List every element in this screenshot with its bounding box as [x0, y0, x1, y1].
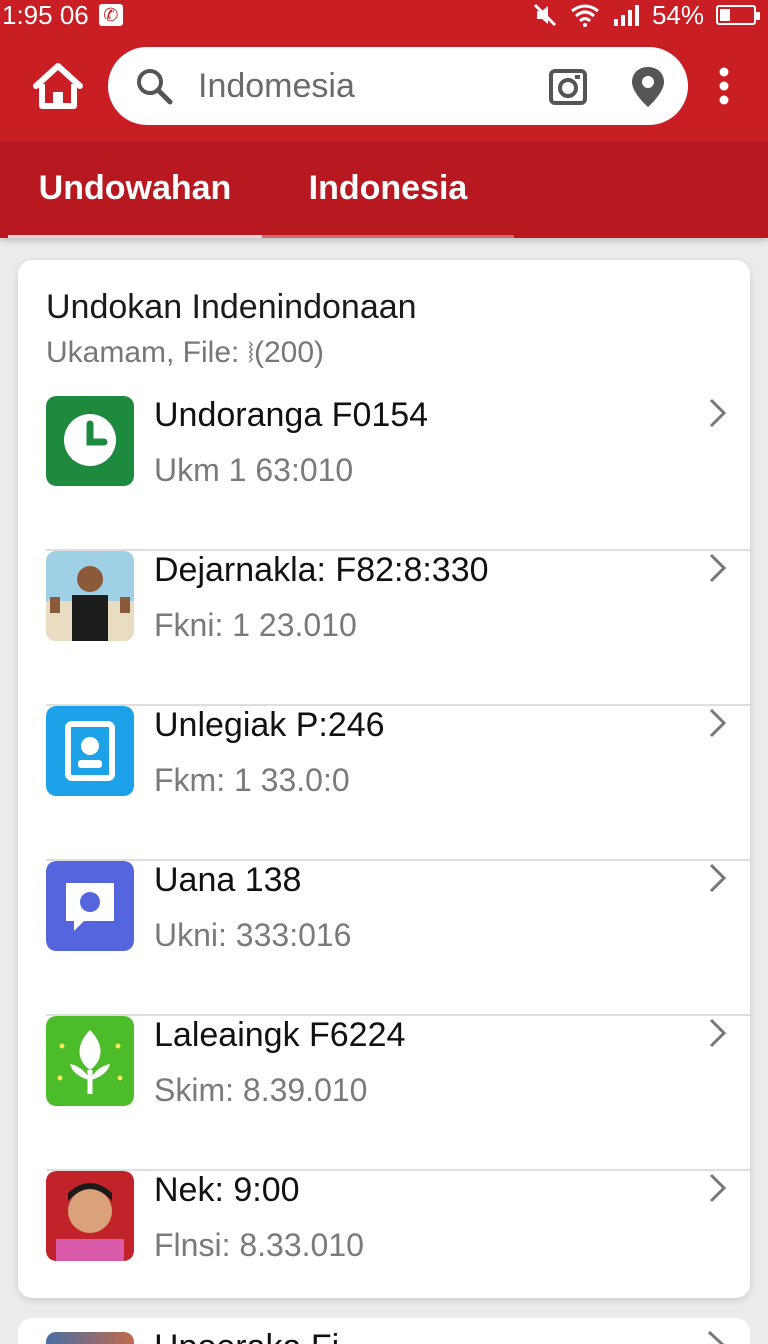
tab-indonesia[interactable]: Indonesia [262, 142, 514, 238]
item-title: Unlegiak P:246 [154, 706, 385, 744]
item-subtitle: Ukm 1 63:010 [154, 452, 354, 488]
item-subtitle: Ukni: 333:016 [154, 917, 352, 953]
item-thumbnail [46, 1332, 134, 1344]
item-title: Laleaingk F6224 [154, 1016, 406, 1054]
battery-percent: 54% [651, 0, 704, 30]
item-title: Uana 138 [154, 861, 302, 899]
card-title: Undokan Indenindonaan [46, 288, 417, 326]
location-pin-icon[interactable] [628, 65, 668, 109]
chevron-right-icon [709, 863, 727, 893]
search-bar[interactable] [108, 47, 688, 125]
item-title: Dejarnakla: F82:8:330 [154, 551, 489, 589]
chevron-right-icon [709, 1018, 727, 1048]
list-item[interactable]: Uana 138 Ukni: 333:016 [46, 861, 750, 1016]
person-photo-thumbnail [46, 551, 134, 641]
list-item[interactable]: Dejarnakla: F82:8:330 Fkni: 1 23.010 [46, 551, 750, 706]
tab-bar: Undowahan Indonesia [0, 142, 768, 238]
leaf-app-icon [46, 1016, 134, 1106]
contact-card-app-icon [46, 706, 134, 796]
results-card: Undokan Indenindonaan Ukamam, File: ⧘(20… [18, 260, 750, 1298]
search-icon[interactable] [134, 66, 174, 106]
list-item[interactable]: Laleaingk F6224 Skim: 8.39.010 [46, 1016, 750, 1171]
chevron-right-icon [707, 1330, 725, 1344]
more-vert-icon[interactable] [710, 66, 738, 106]
item-title: Hpoeraka Fi... [154, 1328, 368, 1344]
mute-icon [533, 3, 557, 27]
person-portrait-thumbnail [46, 1171, 134, 1261]
list-item[interactable]: Nek: 9:00 Flnsi: 8.33.010 [46, 1171, 750, 1326]
item-subtitle: Fkni: 1 23.010 [154, 607, 357, 643]
message-bubble-app-icon [46, 861, 134, 951]
chevron-right-icon [709, 1173, 727, 1203]
chevron-right-icon [709, 553, 727, 583]
list-item[interactable]: Unlegiak P:246 Fkm: 1 33.0:0 [46, 706, 750, 861]
item-title: Undoranga F0154 [154, 396, 429, 434]
status-time: 1:95 06 [2, 0, 89, 30]
battery-icon [716, 5, 760, 25]
status-bar: 1:95 06 ✆ 54% [0, 0, 768, 30]
card-subtitle: Ukamam, File: ⧘(200) [46, 336, 324, 369]
search-input[interactable] [198, 63, 538, 109]
tab-undowahan[interactable]: Undowahan [8, 142, 262, 238]
home-icon[interactable] [30, 58, 86, 114]
app-notification-icon: ✆ [98, 4, 123, 26]
item-title: Nek: 9:00 [154, 1171, 300, 1209]
item-subtitle: Fkm: 1 33.0:0 [154, 762, 350, 798]
top-toolbar [0, 30, 768, 142]
green-chat-app-icon [46, 396, 134, 486]
wifi-icon [571, 4, 599, 27]
chevron-right-icon [709, 398, 727, 428]
next-list-item[interactable]: Hpoeraka Fi... [18, 1318, 750, 1344]
item-subtitle: Flnsi: 8.33.010 [154, 1227, 364, 1263]
chevron-right-icon [709, 708, 727, 738]
signal-icon [613, 5, 639, 26]
item-subtitle: Skim: 8.39.010 [154, 1072, 368, 1108]
list-item[interactable]: Undoranga F0154 Ukm 1 63:010 [46, 396, 750, 551]
camera-icon[interactable] [548, 67, 588, 107]
